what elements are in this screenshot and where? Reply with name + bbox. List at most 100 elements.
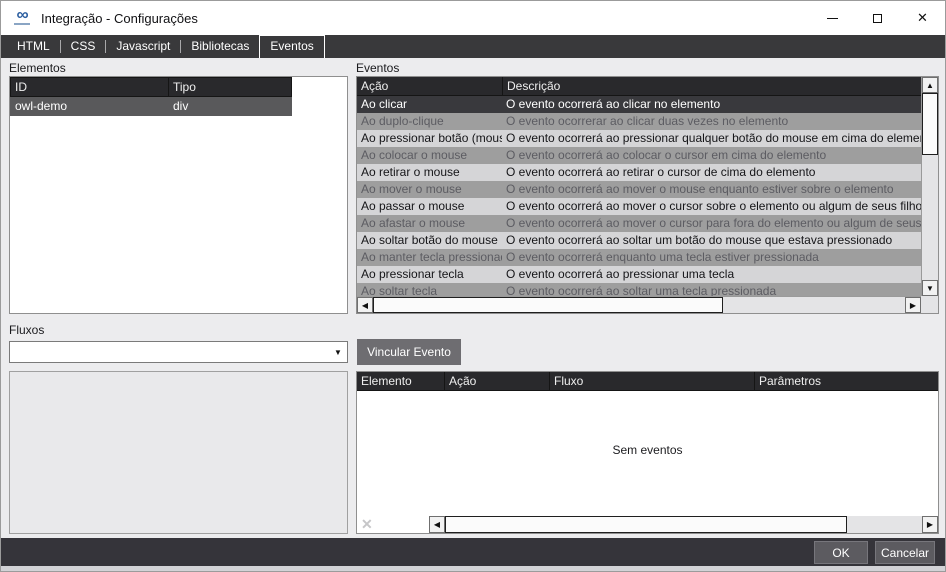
chevron-down-icon[interactable]: ▼ xyxy=(329,342,347,362)
fluxos-dropdown[interactable]: ▼ xyxy=(9,341,348,363)
tab-javascript[interactable]: Javascript xyxy=(106,35,180,58)
column-header-acao2: Ação xyxy=(444,372,549,390)
event-row[interactable]: Ao afastar o mouseO evento ocorrerá ao m… xyxy=(357,215,921,232)
bindings-horizontal-scrollbar[interactable]: ◀ ▶ xyxy=(429,516,938,533)
maximize-button[interactable] xyxy=(855,1,900,35)
events-section-label: Eventos xyxy=(356,61,399,75)
events-table-body: Ao clicarO evento ocorrerá ao clicar no … xyxy=(357,96,921,296)
event-row[interactable]: Ao duplo-cliqueO evento ocorrerar ao cli… xyxy=(357,113,921,130)
cancel-button[interactable]: Cancelar xyxy=(875,541,935,564)
horizontal-scroll-thumb[interactable] xyxy=(445,516,847,533)
event-description: O evento ocorrerá ao retirar o cursor de… xyxy=(502,164,921,181)
tab-bar: HTMLCSSJavascriptBibliotecasEventos xyxy=(1,35,945,58)
logo-underline xyxy=(14,23,30,25)
element-type: div xyxy=(168,97,292,116)
column-header-descricao: Descrição xyxy=(502,77,921,95)
tab-css[interactable]: CSS xyxy=(61,35,106,58)
settings-window: ∞ Integração - Configurações ✕ HTMLCSSJa… xyxy=(0,0,946,572)
event-description: O evento ocorrerá ao pressionar uma tecl… xyxy=(502,266,921,283)
tab-bibliotecas[interactable]: Bibliotecas xyxy=(181,35,259,58)
minimize-button[interactable] xyxy=(810,1,855,35)
event-description: O evento ocorrerá ao mover o cursor sobr… xyxy=(502,198,921,215)
event-row[interactable]: Ao manter tecla pressionadaO evento ocor… xyxy=(357,249,921,266)
vertical-scroll-thumb[interactable] xyxy=(922,93,938,155)
event-bindings-table: Elemento Ação Fluxo Parâmetros Sem event… xyxy=(356,371,939,534)
event-row[interactable]: Ao pressionar teclaO evento ocorrerá ao … xyxy=(357,266,921,283)
scroll-right-icon[interactable]: ▶ xyxy=(905,297,921,313)
bindings-table-footer: ✕ ◀ ▶ xyxy=(357,516,938,533)
app-logo-icon: ∞ xyxy=(11,8,33,28)
elements-section-label: Elementos xyxy=(9,61,66,75)
event-description: O evento ocorrerá ao soltar uma tecla pr… xyxy=(502,283,921,296)
column-header-acao: Ação xyxy=(357,77,502,95)
event-action: Ao pressionar botão (mouse) xyxy=(357,130,502,147)
window-bottom-edge xyxy=(1,566,945,572)
element-row[interactable]: owl-demodiv xyxy=(10,97,292,116)
footer-bar: OK Cancelar xyxy=(1,538,945,566)
elements-table-body: owl-demodiv xyxy=(10,97,347,116)
maximize-icon xyxy=(873,14,882,23)
event-row[interactable]: Ao mover o mouseO evento ocorrerá ao mov… xyxy=(357,181,921,198)
event-description: O evento ocorrerá ao mover o cursor para… xyxy=(502,215,921,232)
column-header-tipo: Tipo xyxy=(168,78,291,96)
event-action: Ao pressionar tecla xyxy=(357,266,502,283)
scroll-left-icon[interactable]: ◀ xyxy=(429,516,445,533)
events-table: Ação Descrição Ao clicarO evento ocorrer… xyxy=(357,77,921,296)
events-table-header: Ação Descrição xyxy=(357,77,921,96)
scroll-up-icon[interactable]: ▲ xyxy=(922,77,938,93)
event-row[interactable]: Ao clicarO evento ocorrerá ao clicar no … xyxy=(357,96,921,113)
events-vertical-scrollbar[interactable]: ▲ ▼ xyxy=(921,77,938,296)
event-description: O evento ocorrerá enquanto uma tecla est… xyxy=(502,249,921,266)
scroll-down-icon[interactable]: ▼ xyxy=(922,280,938,296)
scroll-left-icon[interactable]: ◀ xyxy=(357,297,373,313)
event-row[interactable]: Ao soltar botão do mouseO evento ocorrer… xyxy=(357,232,921,249)
scroll-right-icon[interactable]: ▶ xyxy=(922,516,938,533)
event-row[interactable]: Ao soltar teclaO evento ocorrerá ao solt… xyxy=(357,283,921,296)
element-id: owl-demo xyxy=(10,97,168,116)
tab-html[interactable]: HTML xyxy=(7,35,60,58)
event-action: Ao retirar o mouse xyxy=(357,164,502,181)
event-action: Ao afastar o mouse xyxy=(357,215,502,232)
event-action: Ao clicar xyxy=(357,96,502,113)
event-row[interactable]: Ao colocar o mouseO evento ocorrerá ao c… xyxy=(357,147,921,164)
event-row[interactable]: Ao passar o mouseO evento ocorrerá ao mo… xyxy=(357,198,921,215)
ok-button[interactable]: OK xyxy=(814,541,868,564)
event-action: Ao colocar o mouse xyxy=(357,147,502,164)
horizontal-scroll-thumb[interactable] xyxy=(373,297,723,313)
events-horizontal-scrollbar[interactable]: ◀ ▶ xyxy=(357,296,921,313)
titlebar: ∞ Integração - Configurações ✕ xyxy=(1,1,945,35)
fluxos-dropdown-value xyxy=(10,342,329,362)
infinity-glyph: ∞ xyxy=(16,8,27,22)
vincular-evento-button[interactable]: Vincular Evento xyxy=(357,339,461,365)
close-button[interactable]: ✕ xyxy=(900,1,945,35)
column-header-id: ID xyxy=(11,78,168,96)
event-action: Ao soltar tecla xyxy=(357,283,502,296)
remove-binding-icon[interactable]: ✕ xyxy=(361,517,373,532)
event-row[interactable]: Ao pressionar botão (mouse)O evento ocor… xyxy=(357,130,921,147)
fluxos-section-label: Fluxos xyxy=(9,323,44,337)
fluxos-parameters-panel xyxy=(9,371,348,534)
elements-table-header: ID Tipo xyxy=(10,77,292,97)
column-header-fluxo: Fluxo xyxy=(549,372,754,390)
event-description: O evento ocorrerá ao mover o mouse enqua… xyxy=(502,181,921,198)
bindings-table-header: Elemento Ação Fluxo Parâmetros xyxy=(357,372,938,391)
event-description: O evento ocorrerar ao clicar duas vezes … xyxy=(502,113,921,130)
event-description: O evento ocorrerá ao soltar um botão do … xyxy=(502,232,921,249)
column-header-parametros: Parâmetros xyxy=(754,372,938,390)
event-action: Ao passar o mouse xyxy=(357,198,502,215)
scrollbar-corner xyxy=(921,296,938,313)
event-row[interactable]: Ao retirar o mouseO evento ocorrerá ao r… xyxy=(357,164,921,181)
tab-eventos[interactable]: Eventos xyxy=(259,35,324,58)
event-action: Ao mover o mouse xyxy=(357,181,502,198)
event-description: O evento ocorrerá ao colocar o cursor em… xyxy=(502,147,921,164)
event-action: Ao soltar botão do mouse xyxy=(357,232,502,249)
minimize-icon xyxy=(827,18,838,19)
events-panel: Ação Descrição Ao clicarO evento ocorrer… xyxy=(356,76,939,314)
event-action: Ao manter tecla pressionada xyxy=(357,249,502,266)
event-description: O evento ocorrerá ao pressionar qualquer… xyxy=(502,130,921,147)
window-controls: ✕ xyxy=(810,1,945,35)
elements-panel: ID Tipo owl-demodiv xyxy=(9,76,348,314)
event-description: O evento ocorrerá ao clicar no elemento xyxy=(502,96,921,113)
column-header-elemento: Elemento xyxy=(357,372,444,390)
close-icon: ✕ xyxy=(917,10,928,26)
